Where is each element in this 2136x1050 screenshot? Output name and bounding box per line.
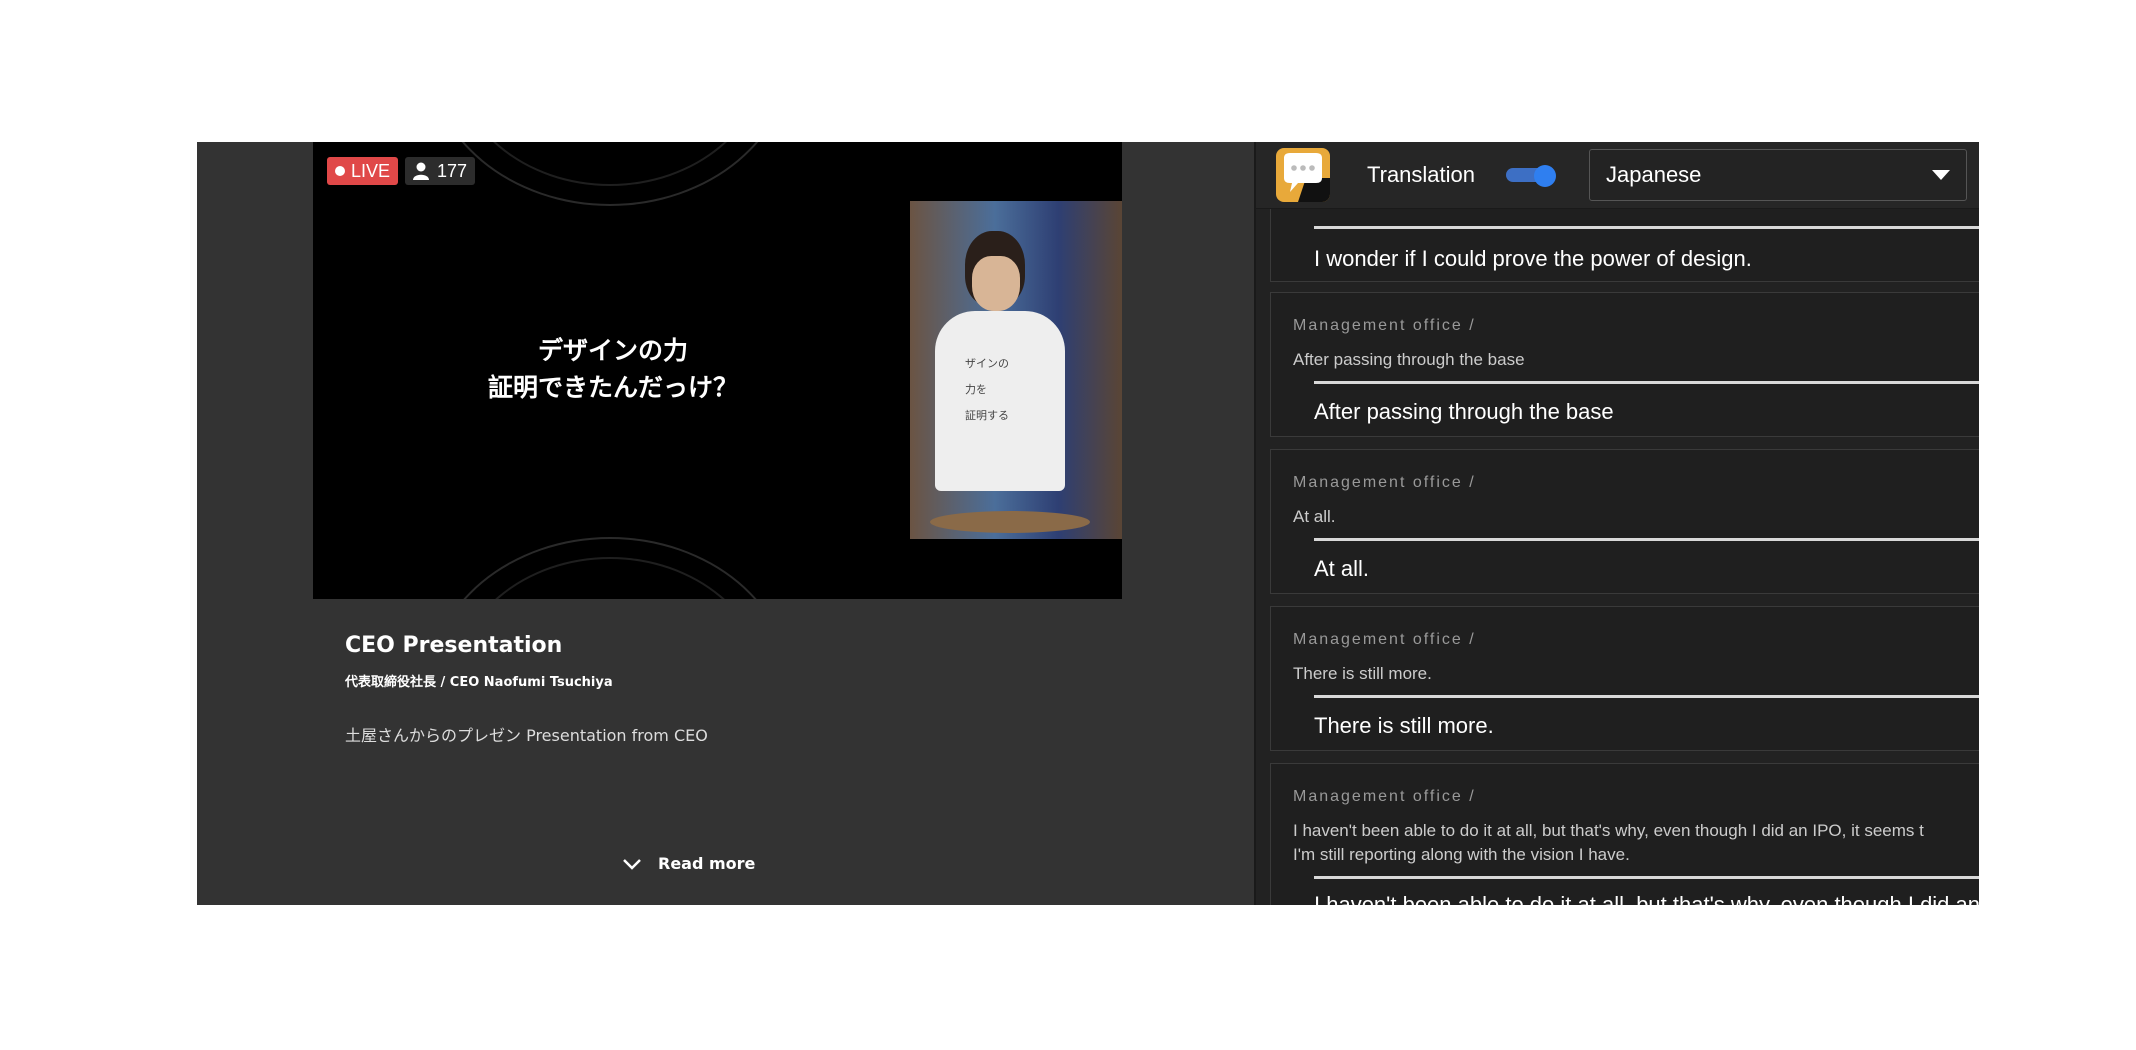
entry-original: At all. (1293, 507, 1336, 526)
entry-original-continued: I'm still reporting along with the visio… (1293, 845, 1630, 864)
slide-line: 証明できたんだっけ？ (487, 373, 738, 402)
entry-speaker: Management office / (1293, 317, 1476, 334)
app-logo (1276, 148, 1330, 202)
entry-translated: I haven't been able to do it at all, but… (1314, 892, 1979, 905)
video-player[interactable]: LIVE 177 デザインの力 証明できたんだっけ？ ザインの 力を 証明する (313, 142, 1122, 599)
entry-divider (1314, 695, 1979, 698)
toggle-knob (1534, 165, 1556, 187)
speaker-credit: 代表取締役社長 / CEO Naofumi Tsuchiya (345, 675, 613, 690)
entry-speaker: Management office / (1293, 474, 1476, 491)
entry-original: There is still more. (1293, 664, 1432, 683)
speaker-camera-view: ザインの 力を 証明する (910, 201, 1122, 539)
live-label: LIVE (351, 160, 391, 181)
podium-table (930, 511, 1090, 533)
shirt-line: ザインの (965, 357, 1009, 370)
shirt-print: ザインの 力を 証明する (965, 351, 1009, 429)
chevron-down-icon (623, 858, 641, 870)
viewer-count-badge: 177 (405, 157, 476, 185)
live-dot-icon (335, 166, 345, 176)
stream-description: 土屋さんからのプレゼン Presentation from CEO (345, 726, 708, 745)
chat-bubble-logo-icon (1284, 153, 1330, 202)
entry-translated: After passing through the base (1314, 399, 1614, 424)
speaker-face (972, 256, 1020, 311)
read-more-label: Read more (658, 854, 756, 873)
language-selected: Japanese (1606, 162, 1702, 187)
caret-down-icon (1932, 170, 1950, 180)
transcript-entry: Management office / At all. At all. (1270, 449, 1979, 594)
transcript-entry: Management office / I haven't been able … (1270, 763, 1979, 905)
slide-text: デザインの力 証明できたんだっけ？ (413, 332, 813, 406)
entry-translated: I wonder if I could prove the power of d… (1314, 246, 1752, 271)
live-badge: LIVE (327, 157, 399, 185)
stream-title: CEO Presentation (345, 633, 563, 658)
entry-divider (1314, 538, 1979, 541)
entry-original: After passing through the base (1293, 350, 1525, 369)
entry-speaker: Management office / (1293, 631, 1476, 648)
translation-label: Translation (1367, 162, 1476, 187)
transcript-entry: Management office / After passing throug… (1270, 292, 1979, 437)
entry-divider (1314, 381, 1979, 384)
language-select[interactable]: Japanese (1589, 149, 1967, 201)
entry-divider (1314, 876, 1979, 879)
person-icon (413, 162, 429, 180)
translation-toggle[interactable] (1506, 165, 1556, 187)
shirt-line: 力を (965, 383, 987, 396)
live-stream-app: LIVE 177 デザインの力 証明できたんだっけ？ ザインの 力を 証明する … (197, 142, 1979, 905)
entry-translated: At all. (1314, 556, 1370, 581)
entry-speaker: Management office / (1293, 788, 1476, 805)
entry-translated: There is still more. (1314, 713, 1494, 738)
read-more-button[interactable]: Read more (622, 854, 755, 873)
shirt-line: 証明する (965, 409, 1009, 422)
translation-header: Translation Japanese (1256, 142, 1979, 209)
viewer-count: 177 (437, 160, 468, 181)
transcript-entry: Management office / There is still more.… (1270, 606, 1979, 751)
entry-divider (1314, 226, 1979, 229)
slide-line: デザインの力 (537, 336, 688, 365)
translation-panel: I wonder if I could prove the power of d… (1254, 142, 1979, 905)
entry-original: I haven't been able to do it at all, but… (1293, 821, 1924, 840)
